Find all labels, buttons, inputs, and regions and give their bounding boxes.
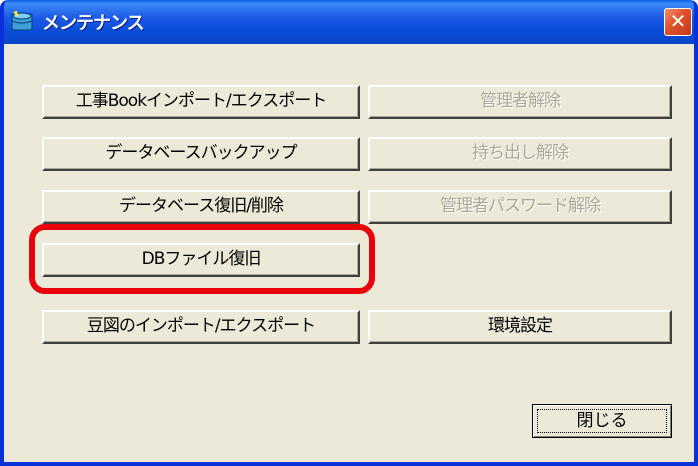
window-title: メンテナンス xyxy=(42,13,145,34)
koji-book-import-export-button[interactable]: 工事Bookインポート/エクスポート xyxy=(42,85,360,119)
database-backup-button[interactable]: データベースバックアップ xyxy=(42,137,360,171)
admin-release-button[interactable]: 管理者解除 xyxy=(368,85,672,119)
admin-password-release-button[interactable]: 管理者パスワード解除 xyxy=(368,190,672,224)
close-button[interactable]: 閉じる xyxy=(532,404,672,438)
close-button-label: 閉じる xyxy=(537,409,667,433)
mameizu-import-export-button[interactable]: 豆図のインポート/エクスポート xyxy=(42,310,360,344)
title-bar[interactable]: メンテナンス ✕ xyxy=(4,0,694,44)
highlight-annotation xyxy=(29,224,375,294)
environment-settings-button[interactable]: 環境設定 xyxy=(368,310,672,344)
window-close-button[interactable]: ✕ xyxy=(664,8,692,36)
database-app-icon xyxy=(11,10,33,31)
database-restore-delete-button[interactable]: データベース復旧/削除 xyxy=(42,190,360,224)
checkout-release-button[interactable]: 持ち出し解除 xyxy=(368,137,672,171)
